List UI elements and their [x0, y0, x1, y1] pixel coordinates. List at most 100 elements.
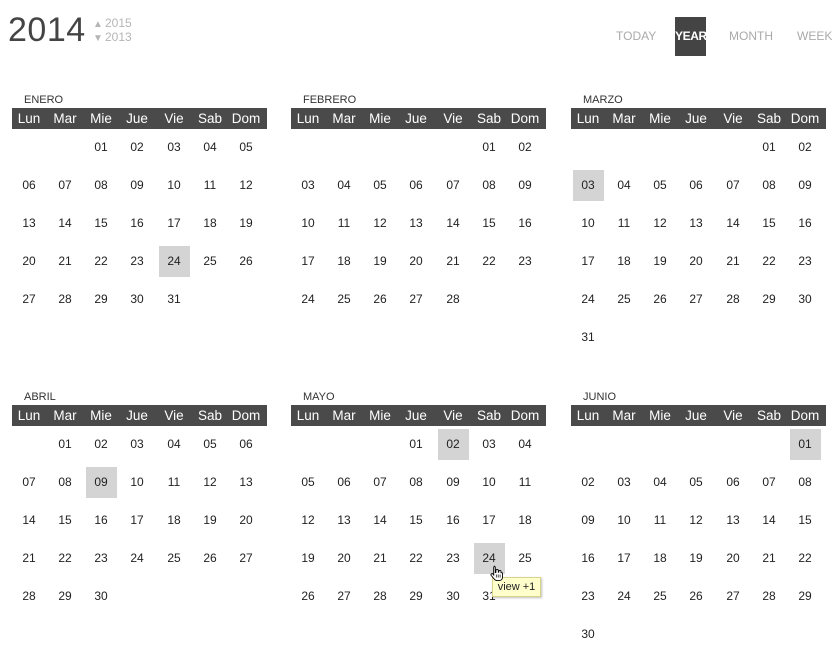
day-cell[interactable]: 29	[790, 581, 821, 612]
day-cell[interactable]: 25	[159, 543, 190, 574]
day-cell[interactable]: 16	[790, 208, 821, 239]
day-cell[interactable]: 18	[195, 208, 226, 239]
day-cell[interactable]: 12	[293, 505, 324, 536]
day-cell[interactable]: 03	[293, 170, 324, 201]
day-cell[interactable]: 04	[609, 170, 640, 201]
day-cell[interactable]: 06	[681, 170, 712, 201]
day-cell[interactable]: 10	[122, 467, 153, 498]
day-cell[interactable]: 29	[754, 284, 785, 315]
month-title[interactable]: MAYO	[303, 390, 335, 404]
day-cell[interactable]: 23	[510, 246, 541, 277]
day-cell[interactable]: 20	[401, 246, 432, 277]
day-cell[interactable]: 09	[85, 467, 117, 498]
day-cell[interactable]: 24	[609, 581, 640, 612]
day-cell[interactable]: 17	[474, 505, 505, 536]
day-cell[interactable]: 07	[718, 170, 749, 201]
tab-year[interactable]: YEAR	[675, 17, 707, 56]
day-cell[interactable]: 18	[645, 543, 676, 574]
day-cell[interactable]: 01	[754, 132, 785, 163]
day-cell[interactable]: 13	[14, 208, 45, 239]
day-cell[interactable]: 24	[122, 543, 153, 574]
day-cell[interactable]: 24	[158, 246, 190, 277]
day-cell[interactable]: 24	[293, 284, 324, 315]
day-cell[interactable]: 23	[86, 543, 117, 574]
day-cell[interactable]: 21	[718, 246, 749, 277]
day-cell[interactable]: 17	[293, 246, 324, 277]
day-cell[interactable]: 29	[50, 581, 81, 612]
day-cell[interactable]: 26	[293, 581, 324, 612]
day-cell[interactable]: 02	[122, 132, 153, 163]
day-cell[interactable]: 13	[231, 467, 262, 498]
day-cell[interactable]: 25	[329, 284, 360, 315]
day-cell[interactable]: 24	[573, 284, 604, 315]
day-cell[interactable]: 06	[401, 170, 432, 201]
day-cell[interactable]: 09	[122, 170, 153, 201]
day-cell[interactable]: 05	[365, 170, 396, 201]
day-cell[interactable]: 21	[754, 543, 785, 574]
day-cell[interactable]: 14	[14, 505, 45, 536]
month-title[interactable]: FEBRERO	[303, 93, 356, 107]
day-cell[interactable]: 15	[474, 208, 505, 239]
day-cell[interactable]: 06	[231, 429, 262, 460]
day-cell[interactable]: 21	[50, 246, 81, 277]
day-cell[interactable]: 15	[86, 208, 117, 239]
day-cell[interactable]: 19	[365, 246, 396, 277]
day-cell[interactable]: 18	[329, 246, 360, 277]
day-cell[interactable]: 01	[474, 132, 505, 163]
day-cell[interactable]: 25	[609, 284, 640, 315]
day-cell[interactable]: 31	[573, 322, 604, 353]
day-cell[interactable]: 26	[365, 284, 396, 315]
day-cell[interactable]: 04	[159, 429, 190, 460]
day-cell[interactable]: 04	[195, 132, 226, 163]
day-cell[interactable]: 17	[573, 246, 604, 277]
day-cell[interactable]: 16	[573, 543, 604, 574]
day-cell[interactable]: 21	[365, 543, 396, 574]
day-cell[interactable]: 12	[195, 467, 226, 498]
day-cell[interactable]: 04	[510, 429, 541, 460]
day-cell[interactable]: 04	[329, 170, 360, 201]
day-cell[interactable]: 06	[718, 467, 749, 498]
month-title[interactable]: ENERO	[24, 93, 63, 107]
day-cell[interactable]: 20	[718, 543, 749, 574]
day-cell[interactable]: 30	[86, 581, 117, 612]
day-cell[interactable]: 19	[195, 505, 226, 536]
day-cell[interactable]: 11	[609, 208, 640, 239]
day-cell[interactable]: 11	[159, 467, 190, 498]
day-cell[interactable]: 03	[572, 170, 604, 201]
day-cell[interactable]: 06	[14, 170, 45, 201]
day-cell[interactable]: 02	[790, 132, 821, 163]
day-cell[interactable]: 08	[790, 467, 821, 498]
day-cell[interactable]: 26	[645, 284, 676, 315]
day-cell[interactable]: 02	[86, 429, 117, 460]
day-cell[interactable]: 02	[510, 132, 541, 163]
day-cell[interactable]: 28	[50, 284, 81, 315]
day-cell[interactable]: 03	[159, 132, 190, 163]
day-cell[interactable]: 17	[122, 505, 153, 536]
day-cell[interactable]: 30	[790, 284, 821, 315]
day-cell[interactable]: 05	[293, 467, 324, 498]
day-cell[interactable]: 22	[50, 543, 81, 574]
day-cell[interactable]: 15	[754, 208, 785, 239]
day-cell[interactable]: 27	[718, 581, 749, 612]
day-cell[interactable]: 23	[573, 581, 604, 612]
day-cell[interactable]: 21	[14, 543, 45, 574]
day-cell[interactable]: 10	[159, 170, 190, 201]
day-cell[interactable]: 14	[438, 208, 469, 239]
day-cell[interactable]: 20	[231, 505, 262, 536]
day-cell[interactable]: 08	[86, 170, 117, 201]
day-cell[interactable]: 16	[86, 505, 117, 536]
day-cell[interactable]: 19	[293, 543, 324, 574]
day-cell[interactable]: 28	[365, 581, 396, 612]
day-cell[interactable]: 20	[681, 246, 712, 277]
day-cell[interactable]: 01	[789, 429, 821, 460]
month-title[interactable]: MARZO	[583, 93, 623, 107]
day-cell[interactable]: 28	[718, 284, 749, 315]
day-cell[interactable]: 10	[609, 505, 640, 536]
day-cell[interactable]: 07	[50, 170, 81, 201]
day-cell[interactable]: 28	[14, 581, 45, 612]
day-cell[interactable]: 06	[329, 467, 360, 498]
day-cell[interactable]: 01	[86, 132, 117, 163]
day-cell[interactable]: 22	[86, 246, 117, 277]
day-cell[interactable]: 10	[293, 208, 324, 239]
day-cell[interactable]: 14	[754, 505, 785, 536]
